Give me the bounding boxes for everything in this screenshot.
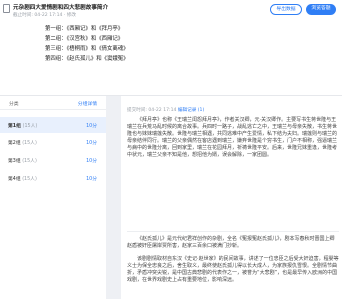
divider — [127, 231, 339, 232]
group-score: 10分 — [86, 124, 97, 129]
submission-time: 提交时间: 04-22 17:14 — [127, 108, 177, 113]
group-count: (15人) — [22, 159, 37, 164]
sidebar-item-group-3[interactable]: 第3组 (15人) 10分 — [0, 152, 106, 168]
group-score: 10分 — [86, 177, 97, 182]
edit-history-link[interactable]: 编辑记录 (1) — [178, 108, 204, 113]
document-icon — [3, 4, 10, 13]
group-details-link[interactable]: 分组详情 — [78, 100, 97, 107]
page-title: 元杂剧四大爱情剧和四大悲剧故事简介 — [13, 5, 109, 11]
group-label: 第3组 — [8, 159, 21, 164]
group-label: 第2组 — [8, 141, 21, 146]
group-item: 第三组：《梧桐雨》和《倩女离魂》 — [45, 46, 129, 52]
group-item: 第一组：《西厢记》和《拜月亭》 — [45, 26, 124, 32]
answer-paragraph: 《赵氏孤儿》是元代纪君祥创作的杂剧，全名《冤报冤赵氏孤儿》，剧本写春秋时晋国上卿… — [127, 236, 335, 249]
group-count: (15人) — [22, 141, 37, 146]
answer-panel: 提交时间: 04-22 17:14 编辑记录 (1) 《拜月亭》也称《王瑞兰闺怨… — [121, 96, 342, 299]
group-count: (15人) — [22, 124, 38, 129]
group-label: 第4组 — [8, 177, 21, 182]
sidebar-item-group-4[interactable]: 第4组 (15人) 10分 — [0, 170, 106, 186]
submission-meta: 提交时间: 04-22 17:14 编辑记录 (1) — [127, 107, 204, 113]
export-data-button[interactable]: 导出数据 — [270, 4, 302, 15]
group-count: (15人) — [22, 177, 37, 182]
sidebar-header-label: 分类 — [9, 102, 19, 107]
answer-paragraph: 《拜月亭》也称《王瑞兰闺怨拜月亭》，作者关汉卿，元·关汉卿作。主要写书生蒋世隆与… — [127, 117, 338, 158]
group-list: 第一组：《西厢记》和《拜月亭》 第二组：《汉宫秋》和《西厢记》 第三组：《梧桐雨… — [45, 24, 129, 64]
page-meta: 截止时间: 04-22 17:14 · 修改 — [13, 13, 76, 18]
answer-paragraph: 该剧剧情取材自东汉《史记·赵世家》的民间故事，讲述了一位忠臣之后受大奸迫害，程婴… — [127, 256, 339, 283]
group-item: 第四组：《赵氏孤儿》和《窦娥冤》 — [45, 56, 129, 62]
group-score: 10分 — [86, 141, 97, 146]
sidebar-header: 分类 分组详情 — [0, 96, 106, 110]
browse-answers-button[interactable]: 浏览答题 — [306, 4, 336, 15]
page-header: 元杂剧四大爱情剧和四大悲剧故事简介 截止时间: 04-22 17:14 · 修改… — [0, 0, 342, 96]
sidebar-item-group-1[interactable]: 第1组 (15人) 10分 — [0, 117, 106, 133]
group-sidebar: 分类 分组详情 第1组 (15人) 10分 第2组 (15人) 10分 第3组 … — [0, 96, 106, 299]
group-score: 10分 — [86, 159, 97, 164]
group-label: 第1组 — [8, 124, 21, 129]
group-item: 第二组：《汉宫秋》和《西厢记》 — [45, 36, 124, 42]
sidebar-item-group-2[interactable]: 第2组 (15人) 10分 — [0, 134, 106, 150]
